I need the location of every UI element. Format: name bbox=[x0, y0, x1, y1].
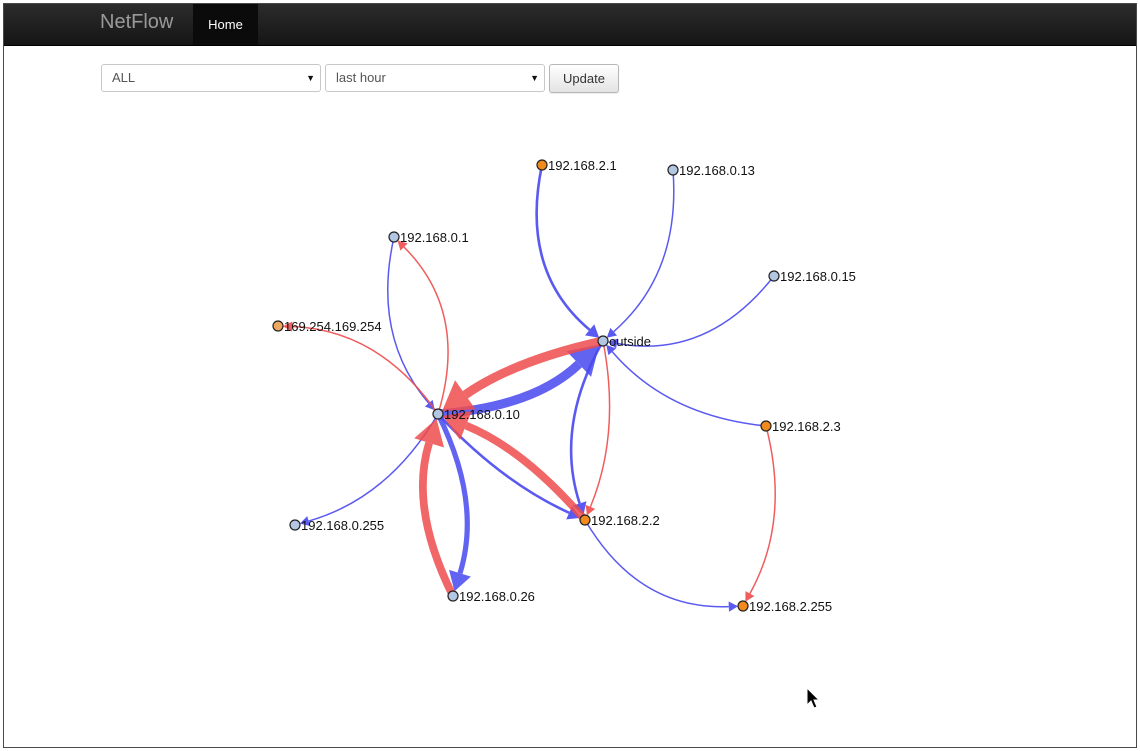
node-label: 192.168.0.255 bbox=[301, 518, 384, 533]
graph-node[interactable]: 192.168.0.10 bbox=[432, 407, 520, 422]
edge-line bbox=[749, 425, 776, 594]
node-dot[interactable] bbox=[272, 320, 284, 332]
edge-line bbox=[584, 519, 729, 608]
node-dot[interactable] bbox=[289, 519, 301, 531]
graph-node[interactable]: 192.168.2.2 bbox=[579, 513, 660, 528]
graph-node[interactable]: 192.168.0.13 bbox=[667, 163, 755, 178]
node-label: 169.254.169.254 bbox=[284, 319, 382, 334]
graph-node[interactable]: 192.168.2.1 bbox=[536, 158, 617, 173]
node-dot[interactable] bbox=[768, 270, 780, 282]
node-dot[interactable] bbox=[579, 514, 591, 526]
node-dot[interactable] bbox=[536, 159, 548, 171]
edge-line bbox=[613, 169, 675, 333]
edge-line bbox=[464, 421, 588, 523]
node-dot[interactable] bbox=[667, 164, 679, 176]
node-label: 192.168.2.2 bbox=[591, 513, 660, 528]
node-label: 192.168.0.10 bbox=[444, 407, 520, 422]
graph-edges bbox=[282, 164, 776, 612]
node-dot[interactable] bbox=[737, 600, 749, 612]
graph-node[interactable]: 169.254.169.254 bbox=[272, 319, 382, 334]
node-label: outside bbox=[609, 334, 651, 349]
graph-node[interactable]: 192.168.0.255 bbox=[289, 518, 384, 533]
graph-node[interactable]: outside bbox=[597, 334, 651, 349]
edge-line bbox=[418, 441, 457, 598]
edge-line bbox=[535, 164, 591, 331]
node-dot[interactable] bbox=[597, 335, 609, 347]
edge-line bbox=[308, 413, 439, 522]
graph-node[interactable]: 192.168.0.26 bbox=[447, 589, 535, 604]
mouse-cursor-icon bbox=[806, 687, 821, 709]
edge-arrow-icon bbox=[728, 601, 739, 612]
node-label: 192.168.0.26 bbox=[459, 589, 535, 604]
graph-node[interactable]: 192.168.2.3 bbox=[760, 419, 841, 434]
graph-node[interactable]: 192.168.2.255 bbox=[737, 599, 832, 614]
node-label: 192.168.2.255 bbox=[749, 599, 832, 614]
node-label: 192.168.2.1 bbox=[548, 158, 617, 173]
node-dot[interactable] bbox=[447, 590, 459, 602]
network-graph: 192.168.2.1 192.168.0.13 192.168.0.1 192.16… bbox=[272, 158, 856, 614]
node-label: 192.168.0.13 bbox=[679, 163, 755, 178]
edge-line bbox=[403, 246, 449, 415]
node-dot[interactable] bbox=[432, 408, 444, 420]
edge-line bbox=[611, 351, 767, 427]
node-label: 192.168.0.15 bbox=[780, 269, 856, 284]
edge-line bbox=[292, 325, 439, 415]
node-dot[interactable] bbox=[760, 420, 772, 432]
graph-node[interactable]: 192.168.0.15 bbox=[768, 269, 856, 284]
graph-node[interactable]: 192.168.0.1 bbox=[388, 230, 469, 245]
node-label: 192.168.0.1 bbox=[400, 230, 469, 245]
node-dot[interactable] bbox=[388, 231, 400, 243]
node-label: 192.168.2.3 bbox=[772, 419, 841, 434]
